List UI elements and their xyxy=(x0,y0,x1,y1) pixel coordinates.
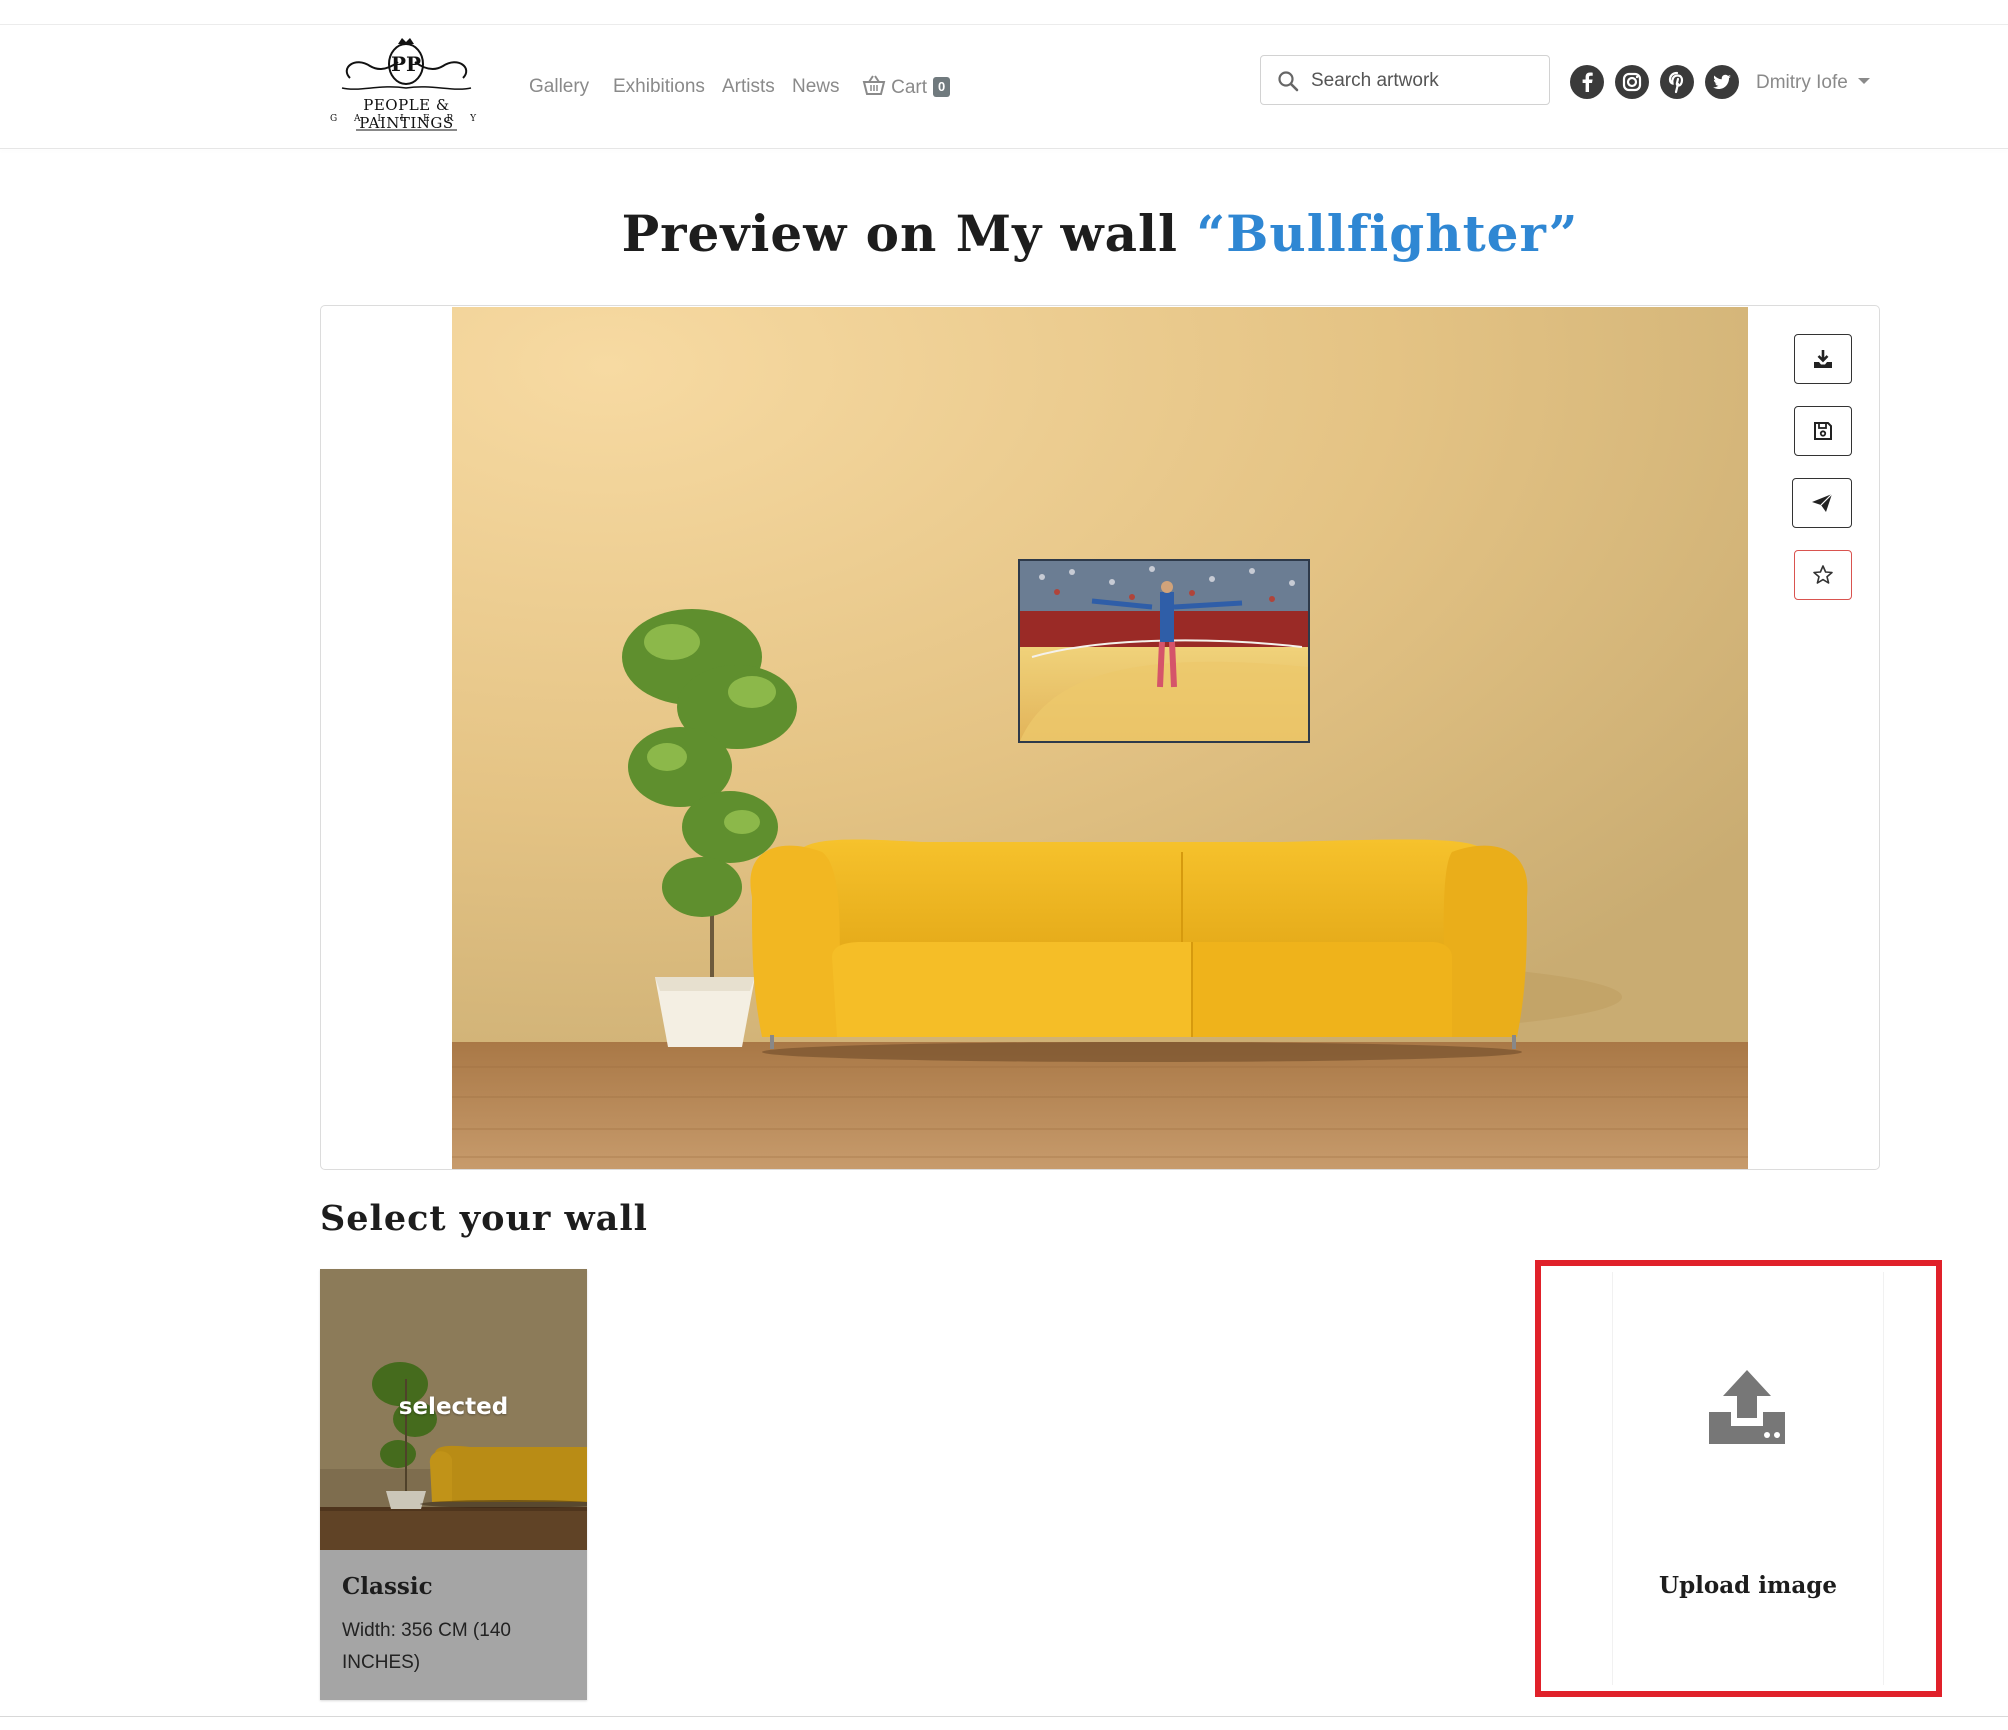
selected-indicator: selected xyxy=(398,1394,509,1420)
nav-news[interactable]: News xyxy=(792,74,840,100)
artwork-title: “Bullfighter” xyxy=(1196,204,1579,263)
search-input[interactable] xyxy=(1311,68,1536,94)
wall-preview-scene xyxy=(452,307,1748,1169)
wall-width: Width: 356 CM (140 INCHES) xyxy=(342,1620,511,1673)
nav-artists[interactable]: Artists xyxy=(722,74,775,100)
nav-exhibitions[interactable]: Exhibitions xyxy=(613,74,705,100)
nav-cart[interactable]: Cart 0 xyxy=(862,74,951,100)
nav-gallery[interactable]: Gallery xyxy=(529,74,589,100)
facebook-icon[interactable] xyxy=(1570,65,1604,99)
wall-thumbnail: selected xyxy=(320,1269,587,1550)
wall-name: Classic xyxy=(342,1573,433,1600)
twitter-icon[interactable] xyxy=(1705,65,1739,99)
sofa xyxy=(750,839,1528,1062)
save-icon xyxy=(1814,422,1832,440)
room-scene xyxy=(452,307,1748,1169)
download-icon xyxy=(1814,350,1832,368)
instagram-icon[interactable] xyxy=(1615,65,1649,99)
artwork-painting xyxy=(1018,559,1310,743)
chevron-down-icon xyxy=(1857,78,1870,84)
svg-text:PP: PP xyxy=(391,52,421,76)
search-box[interactable] xyxy=(1260,55,1550,105)
wall-option-classic[interactable]: selected Classic Width: 356 CM (140 INCH… xyxy=(320,1269,587,1700)
cart-label: Cart xyxy=(891,77,927,98)
page-title-prefix: Preview on My wall xyxy=(621,204,1197,263)
pinterest-icon[interactable] xyxy=(1660,65,1694,99)
send-button[interactable] xyxy=(1792,478,1852,528)
basket-icon xyxy=(862,75,886,95)
search-icon xyxy=(1278,71,1299,92)
favorite-button[interactable] xyxy=(1794,550,1852,600)
logo-subtitle: G A L L E R Y xyxy=(329,114,484,124)
cart-count-badge: 0 xyxy=(933,77,951,97)
gallery-logo[interactable]: PP PEOPLE & PAINTINGS G A L L E R Y xyxy=(320,38,493,134)
user-name: Dmitry Iofe xyxy=(1756,72,1848,93)
top-divider xyxy=(0,24,2008,25)
star-icon xyxy=(1813,565,1833,584)
header-divider xyxy=(0,148,2008,149)
page-title: Preview on My wall “Bullfighter” xyxy=(0,204,2008,263)
save-button[interactable] xyxy=(1794,406,1852,456)
bottom-divider xyxy=(0,1716,2008,1717)
user-menu[interactable]: Dmitry Iofe xyxy=(1756,70,1870,96)
select-wall-heading: Select your wall xyxy=(320,1198,648,1239)
highlight-box xyxy=(1535,1260,1942,1697)
send-icon xyxy=(1812,493,1833,512)
download-button[interactable] xyxy=(1794,334,1852,384)
